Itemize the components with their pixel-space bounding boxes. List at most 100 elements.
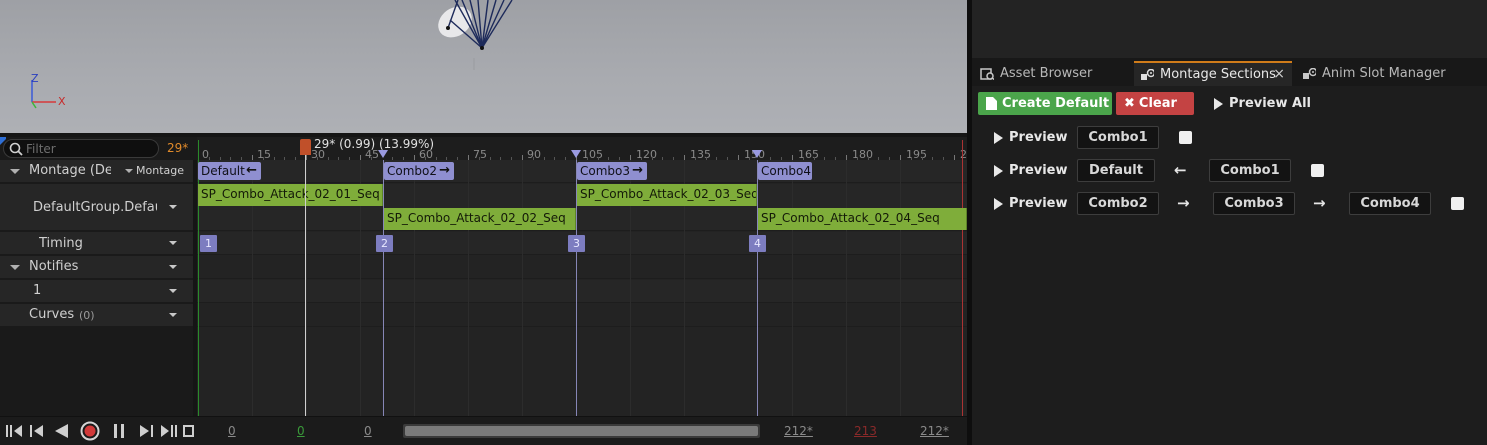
step-forward-button[interactable]	[136, 421, 156, 441]
ruler-tick	[900, 155, 901, 160]
track-timing[interactable]: Timing	[0, 232, 193, 255]
create-default-button[interactable]: Create Default	[978, 92, 1112, 115]
end-range-marker[interactable]	[962, 140, 963, 416]
tab-anim-slot-manager[interactable]: Anim Slot Manager	[1296, 61, 1476, 86]
animation-viewport[interactable]: Z X	[0, 0, 967, 133]
section-flag-icon[interactable]	[571, 150, 581, 158]
start-frame-field[interactable]: 0	[228, 424, 236, 438]
section-name: Default	[201, 164, 245, 178]
section-tag-combo3[interactable]: Combo3 →	[577, 162, 647, 180]
preview-all-button[interactable]: Preview All	[1206, 92, 1311, 115]
step-back-button[interactable]	[27, 421, 47, 441]
expand-caret-icon[interactable]	[10, 265, 20, 270]
timing-marker[interactable]: 2	[376, 235, 393, 252]
expand-caret-icon[interactable]	[10, 169, 20, 174]
filter-input[interactable]	[26, 141, 154, 156]
ruler-tick-minor	[587, 157, 588, 160]
ruler-tick-label: 15	[257, 148, 271, 161]
montage-dropdown-icon[interactable]	[125, 169, 133, 173]
ruler-tick-minor	[209, 157, 210, 160]
sequence-segment[interactable]: SP_Combo_Attack_02_02_Seq	[384, 208, 576, 230]
ruler-tick	[738, 155, 739, 160]
track-curves[interactable]: Curves (0)	[0, 304, 193, 327]
section-name: Combo2	[387, 164, 438, 178]
grid-line	[522, 160, 523, 416]
section-combo-box[interactable]: Default	[1077, 159, 1155, 182]
slot-track-label: DefaultGroup.DefaultS	[33, 200, 157, 215]
tab-montage-sections[interactable]: Montage Sections ×	[1134, 61, 1292, 86]
ruler-tick-minor	[511, 157, 512, 160]
start-range-marker[interactable]	[198, 140, 199, 416]
ruler-tick-minor	[328, 157, 329, 160]
montage-dropdown-label[interactable]: Montage	[136, 164, 184, 177]
preview-button[interactable]: Preview	[986, 159, 1068, 182]
loop-button[interactable]	[182, 421, 196, 441]
curves-track-label: Curves	[29, 307, 75, 322]
skip-to-end-button[interactable]	[159, 421, 179, 441]
notify-track-dropdown-icon[interactable]	[169, 289, 177, 293]
ruler-tick-minor	[317, 157, 318, 160]
section-boundary-line	[383, 160, 384, 416]
ruler-tick-minor	[274, 157, 275, 160]
section-flag-icon[interactable]	[752, 150, 762, 158]
view-start-field[interactable]: 0	[364, 424, 372, 438]
timing-dropdown-icon[interactable]	[169, 241, 177, 245]
ruler-tick	[684, 155, 685, 160]
play-reverse-button[interactable]	[51, 421, 71, 441]
filter-search-box[interactable]	[3, 139, 159, 158]
section-combo-box[interactable]: Combo3	[1213, 192, 1295, 215]
section-combo-box[interactable]: Combo1	[1209, 159, 1291, 182]
slot-dropdown-icon[interactable]	[169, 205, 177, 209]
section-flag-icon[interactable]	[378, 150, 388, 158]
sequence-segment[interactable]: SP_Combo_Attack_02_03_Seq	[577, 184, 757, 206]
timing-marker[interactable]: 3	[568, 235, 585, 252]
close-tab-icon[interactable]: ×	[1273, 66, 1285, 82]
skip-to-start-button[interactable]	[4, 421, 24, 441]
section-combo-box[interactable]: Combo1	[1077, 126, 1159, 149]
preview-button[interactable]: Preview	[986, 126, 1068, 149]
track-notifies[interactable]: Notifies	[0, 256, 193, 279]
view-end-field[interactable]: 212*	[784, 424, 813, 438]
loop-checkbox[interactable]	[1311, 164, 1324, 177]
timing-marker[interactable]: 1	[200, 235, 217, 252]
scrollbar-thumb[interactable]	[405, 426, 758, 436]
timing-marker[interactable]: 4	[749, 235, 766, 252]
track-slot[interactable]: DefaultGroup.DefaultS	[0, 184, 193, 231]
arrow-right-icon: →	[439, 163, 450, 178]
track-notify-1[interactable]: 1	[0, 280, 193, 303]
pause-button[interactable]	[109, 421, 129, 441]
notifies-dropdown-icon[interactable]	[169, 265, 177, 269]
lane-notify-1	[197, 280, 967, 303]
section-combo-box[interactable]: Combo4	[1349, 192, 1431, 215]
section-combo-box[interactable]: Combo2	[1077, 192, 1159, 215]
loop-checkbox[interactable]	[1451, 197, 1464, 210]
track-montage[interactable]: Montage (Defa Montage	[0, 160, 193, 183]
character-preview	[438, 0, 513, 70]
current-frame-indicator: 29*	[167, 141, 189, 155]
tab-asset-browser[interactable]: Asset Browser	[974, 61, 1132, 86]
ruler-tick-minor	[781, 157, 782, 160]
lane-curves	[197, 304, 967, 327]
ruler-tick-minor	[479, 157, 480, 160]
section-tag-combo4[interactable]: Combo4	[758, 162, 812, 180]
ruler-tick-minor	[241, 157, 242, 160]
section-tag-default[interactable]: Default ←	[198, 162, 261, 180]
loop-checkbox[interactable]	[1179, 131, 1192, 144]
ruler-tick-minor	[619, 157, 620, 160]
playhead-handle[interactable]	[300, 139, 311, 155]
section-tag-combo2[interactable]: Combo2 →	[384, 162, 454, 180]
end-frame-field[interactable]: 213	[854, 424, 877, 438]
curves-dropdown-icon[interactable]	[169, 313, 177, 317]
sequence-segment[interactable]: SP_Combo_Attack_02_04_Seq	[758, 208, 967, 230]
preview-button[interactable]: Preview	[986, 192, 1068, 215]
record-button[interactable]	[80, 421, 100, 441]
sequence-segment[interactable]: SP_Combo_Attack_02_01_Seq	[198, 184, 383, 206]
ruler-tick-minor	[446, 157, 447, 160]
current-frame-field[interactable]: 0	[297, 424, 305, 438]
tab-label: Montage Sections	[1160, 67, 1276, 82]
clear-button[interactable]: ✖ Clear	[1116, 92, 1194, 115]
ruler-tick-minor	[868, 157, 869, 160]
ruler-tick-minor	[425, 157, 426, 160]
total-frames-field[interactable]: 212*	[920, 424, 949, 438]
arrow-left-icon: ←	[1174, 161, 1187, 179]
